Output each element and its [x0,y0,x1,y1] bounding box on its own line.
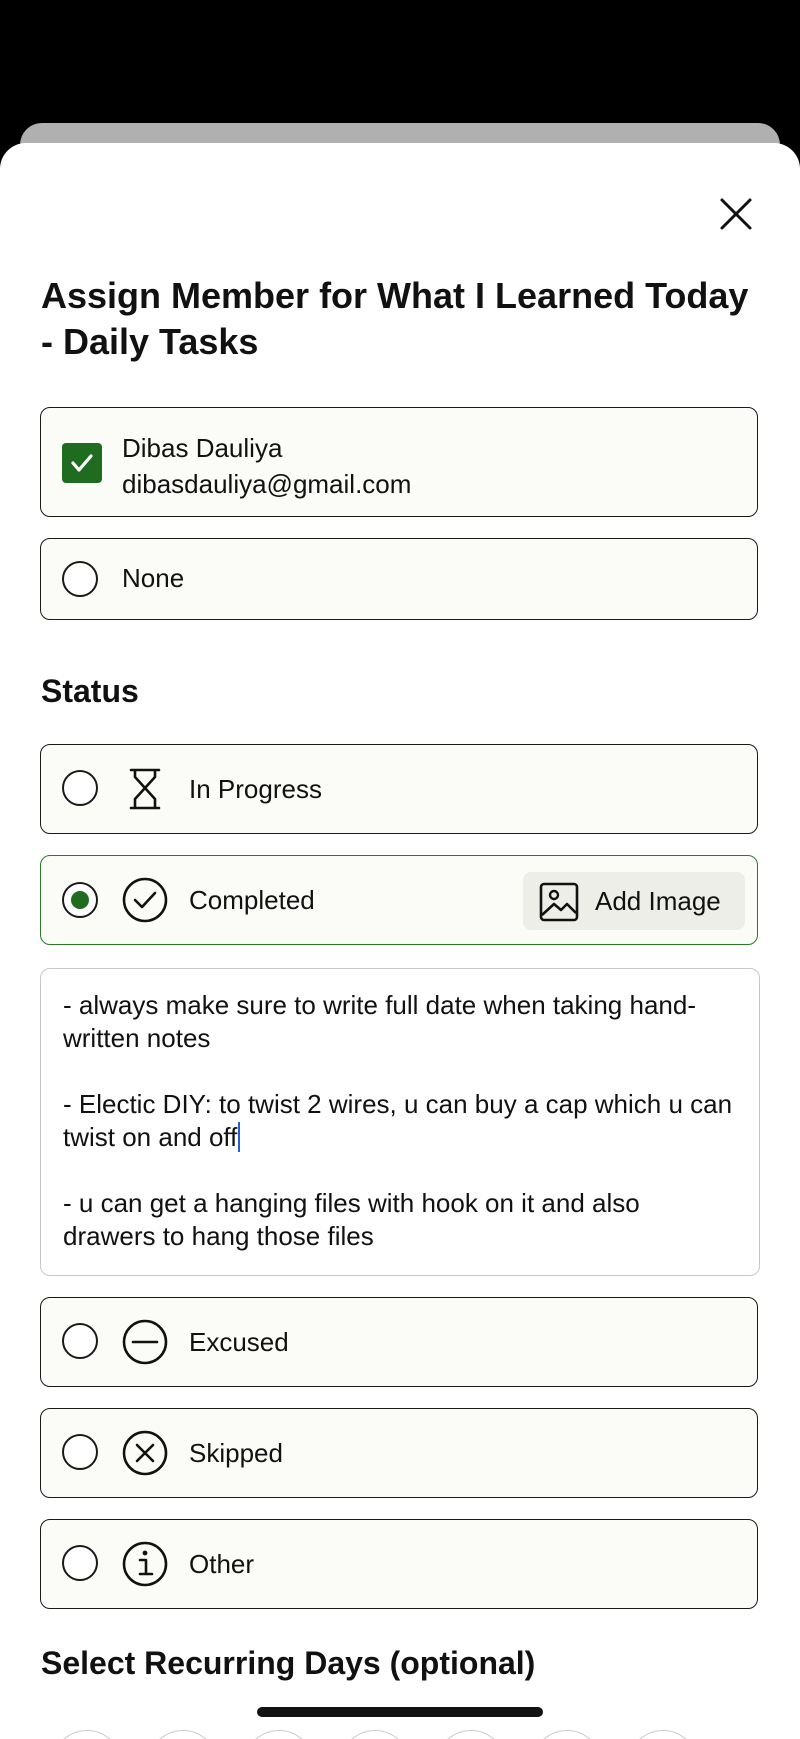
completed-radio[interactable] [62,882,98,918]
member-info: Dibas Dauliya dibasdauliya@gmail.com [122,430,411,502]
add-image-button[interactable]: Add Image [523,872,745,930]
status-section-title: Status [41,673,139,709]
status-option-in-progress[interactable]: In Progress [40,744,758,834]
status-option-excused[interactable]: Excused [40,1297,758,1387]
other-radio[interactable] [62,1545,98,1581]
member-option-dibas[interactable]: Dibas Dauliya dibasdauliya@gmail.com [40,407,758,517]
recurring-day-button[interactable] [532,1730,602,1739]
home-indicator [257,1707,543,1717]
other-label: Other [189,1549,255,1579]
note-paragraph: - u can get a hanging files with hook on… [63,1188,640,1251]
skipped-label: Skipped [189,1438,283,1468]
recurring-day-button[interactable] [340,1730,410,1739]
info-circle-icon [122,1541,168,1587]
assign-member-modal: Assign Member for What I Learned Today -… [0,143,800,1739]
member-email: dibasdauliya@gmail.com [122,469,412,499]
close-icon [720,198,752,230]
recurring-day-button[interactable] [52,1730,122,1739]
none-radio[interactable] [62,561,98,597]
member-option-none[interactable]: None [40,538,758,620]
excused-radio[interactable] [62,1323,98,1359]
close-button[interactable] [712,190,760,238]
status-option-skipped[interactable]: Skipped [40,1408,758,1498]
recurring-day-button[interactable] [436,1730,506,1739]
check-circle-icon [122,877,168,923]
status-option-other[interactable]: Other [40,1519,758,1609]
completed-label: Completed [189,885,315,915]
completion-notes-textarea[interactable]: - always make sure to write full date wh… [40,968,760,1276]
note-paragraph: - Electic DIY: to twist 2 wires, u can b… [63,1089,733,1152]
image-icon [539,882,579,922]
status-option-completed[interactable]: Completed Add Image [40,855,758,945]
member-checkbox[interactable] [62,443,102,483]
checkmark-icon [71,454,93,472]
recurring-day-button[interactable] [628,1730,698,1739]
modal-title: Assign Member for What I Learned Today -… [41,275,749,362]
in-progress-label: In Progress [189,774,322,804]
minus-circle-icon [122,1319,168,1365]
skipped-radio[interactable] [62,1434,98,1470]
text-caret [238,1122,241,1152]
none-label: None [122,563,185,593]
x-circle-icon [122,1430,168,1476]
excused-label: Excused [189,1327,289,1357]
in-progress-radio[interactable] [62,770,98,806]
hourglass-icon [129,768,161,810]
add-image-label: Add Image [595,886,721,916]
recurring-days-title: Select Recurring Days (optional) [41,1645,536,1681]
recurring-day-button[interactable] [244,1730,314,1739]
member-name: Dibas Dauliya [122,433,283,463]
recurring-day-button[interactable] [148,1730,218,1739]
note-paragraph: - always make sure to write full date wh… [63,990,696,1053]
